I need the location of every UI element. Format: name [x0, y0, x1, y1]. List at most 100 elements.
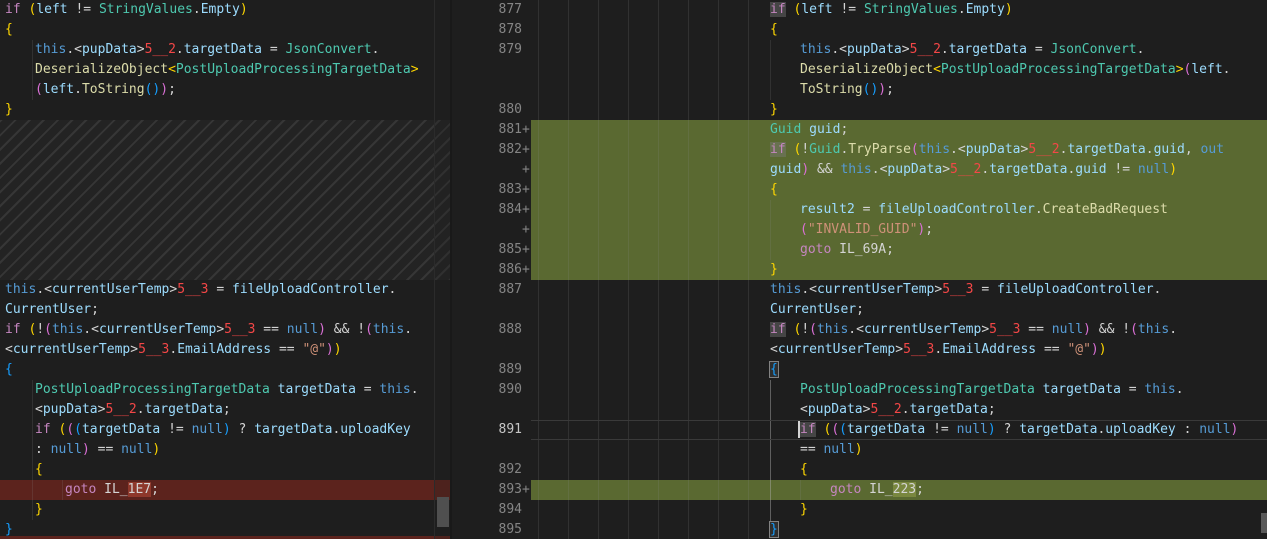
line-number[interactable]: 879: [452, 40, 522, 60]
code-row[interactable]: if (!(this.<currentUserTemp>5__3 == null…: [770, 320, 1177, 340]
overview-ruler[interactable]: [1260, 0, 1267, 539]
line-number[interactable]: 882: [452, 140, 522, 160]
code-row[interactable]: goto IL_223;: [830, 480, 924, 500]
code-row[interactable]: {: [770, 180, 778, 200]
code-token: !: [357, 322, 365, 337]
line-number[interactable]: 895: [452, 520, 522, 539]
pane-divider[interactable]: [450, 0, 452, 539]
code-row[interactable]: (left.ToString());: [35, 80, 176, 100]
code-row[interactable]: if (left != StringValues.Empty): [5, 0, 248, 20]
code-token: JsonConvert: [286, 42, 372, 57]
code-row[interactable]: this.<currentUserTemp>5__3 = fileUploadC…: [5, 280, 396, 300]
code-token: Guid: [809, 142, 840, 157]
line-number[interactable]: 889: [452, 360, 522, 380]
code-row[interactable]: Guid guid;: [770, 120, 848, 140]
code-row[interactable]: ("INVALID_GUID");: [800, 220, 933, 240]
line-number[interactable]: 894: [452, 500, 522, 520]
line-number[interactable]: 885: [452, 240, 522, 260]
line-number[interactable]: 883: [452, 180, 522, 200]
code-token: StringValues: [864, 2, 958, 17]
code-row[interactable]: if (((targetData != null) ? targetData.u…: [35, 420, 411, 440]
code-token: ): [334, 342, 342, 357]
code-token: ): [855, 442, 863, 457]
code-row[interactable]: <currentUserTemp>5__3.EmailAddress == "@…: [770, 340, 1107, 360]
line-number[interactable]: 890: [452, 380, 522, 400]
code-row[interactable]: {: [5, 20, 13, 40]
code-row[interactable]: }: [5, 520, 13, 539]
code-row[interactable]: if (!(this.<currentUserTemp>5__3 == null…: [5, 320, 412, 340]
line-number[interactable]: 878: [452, 20, 522, 40]
code-row[interactable]: }: [770, 260, 778, 280]
code-token: "INVALID_GUID": [808, 222, 918, 237]
code-row[interactable]: CurrentUser;: [5, 300, 99, 320]
code-row[interactable]: goto IL_69A;: [800, 240, 894, 260]
code-row[interactable]: }: [800, 500, 808, 520]
code-token: 1E7: [128, 482, 151, 497]
code-row[interactable]: }: [770, 100, 778, 120]
code-row[interactable]: this.<pupData>5__2.targetData = JsonConv…: [800, 40, 1144, 60]
code-row[interactable]: DeserializeObject<PostUploadProcessingTa…: [35, 60, 419, 80]
code-row[interactable]: this.<currentUserTemp>5__3 = fileUploadC…: [770, 280, 1161, 300]
left-scrollbar-thumb[interactable]: [437, 497, 449, 527]
overview-ruler-thumb[interactable]: [1261, 513, 1267, 533]
code-token: uploadKey: [340, 422, 410, 437]
line-number[interactable]: 887: [452, 280, 522, 300]
line-number[interactable]: 892: [452, 460, 522, 480]
code-row[interactable]: }: [770, 520, 778, 539]
code-token: currentUserTemp: [13, 342, 130, 357]
code-row[interactable]: ToString());: [800, 80, 894, 100]
code-row[interactable]: <pupData>5__2.targetData;: [800, 400, 996, 420]
line-number[interactable]: 877: [452, 0, 522, 20]
line-number[interactable]: 891: [452, 420, 522, 440]
added-line-plus: +: [522, 180, 530, 200]
code-row[interactable]: DeserializeObject<PostUploadProcessingTa…: [800, 60, 1231, 80]
left-scrollbar[interactable]: [434, 0, 451, 539]
line-number[interactable]: 881: [452, 120, 522, 140]
code-token: pupData: [887, 162, 942, 177]
code-row[interactable]: {: [5, 360, 13, 380]
code-token: IL_: [869, 482, 892, 497]
code-token: !=: [68, 2, 99, 17]
code-token: .<: [36, 282, 52, 297]
code-token: ;: [840, 122, 848, 137]
line-number[interactable]: 886: [452, 260, 522, 280]
line-number[interactable]: 884: [452, 200, 522, 220]
code-row[interactable]: if (((targetData != null) ? targetData.u…: [800, 420, 1238, 440]
code-row[interactable]: : null) == null): [35, 440, 160, 460]
code-row[interactable]: {: [770, 360, 778, 380]
code-token: this: [800, 42, 831, 57]
code-token: this: [373, 322, 404, 337]
code-row[interactable]: {: [800, 460, 808, 480]
code-row[interactable]: PostUploadProcessingTargetData targetDat…: [35, 380, 419, 400]
code-token: null: [1138, 162, 1169, 177]
code-token: >: [895, 342, 903, 357]
code-token: this: [817, 322, 848, 337]
line-number[interactable]: 880: [452, 100, 522, 120]
code-token: guid: [809, 122, 840, 137]
code-row[interactable]: <currentUserTemp>5__3.EmailAddress == "@…: [5, 340, 342, 360]
code-token: &&: [1091, 322, 1122, 337]
code-row[interactable]: PostUploadProcessingTargetData targetDat…: [800, 380, 1184, 400]
code-row[interactable]: {: [35, 460, 43, 480]
code-row[interactable]: == null): [800, 440, 863, 460]
code-token: >: [981, 322, 989, 337]
code-token: 5__2: [870, 402, 901, 417]
code-token: .: [176, 42, 184, 57]
line-number[interactable]: 888: [452, 320, 522, 340]
code-row[interactable]: if (left != StringValues.Empty): [770, 0, 1013, 20]
code-row[interactable]: guid) && this.<pupData>5__2.targetData.g…: [770, 160, 1177, 180]
code-row[interactable]: this.<pupData>5__2.targetData = JsonConv…: [35, 40, 379, 60]
code-row[interactable]: {: [770, 20, 778, 40]
code-row[interactable]: CurrentUser;: [770, 300, 864, 320]
code-row[interactable]: }: [5, 100, 13, 120]
code-row[interactable]: <pupData>5__2.targetData;: [35, 400, 231, 420]
code-token: =: [356, 382, 379, 397]
added-line-plus: +: [522, 160, 530, 180]
code-row[interactable]: if (!Guid.TryParse(this.<pupData>5__2.ta…: [770, 140, 1224, 160]
active-indent-guide: [770, 380, 771, 522]
code-row[interactable]: goto IL_1E7;: [65, 480, 159, 500]
code-row[interactable]: }: [35, 500, 43, 520]
added-line-plus: +: [522, 120, 530, 140]
code-row[interactable]: result2 = fileUploadController.CreateBad…: [800, 200, 1168, 220]
line-number[interactable]: 893: [452, 480, 522, 500]
